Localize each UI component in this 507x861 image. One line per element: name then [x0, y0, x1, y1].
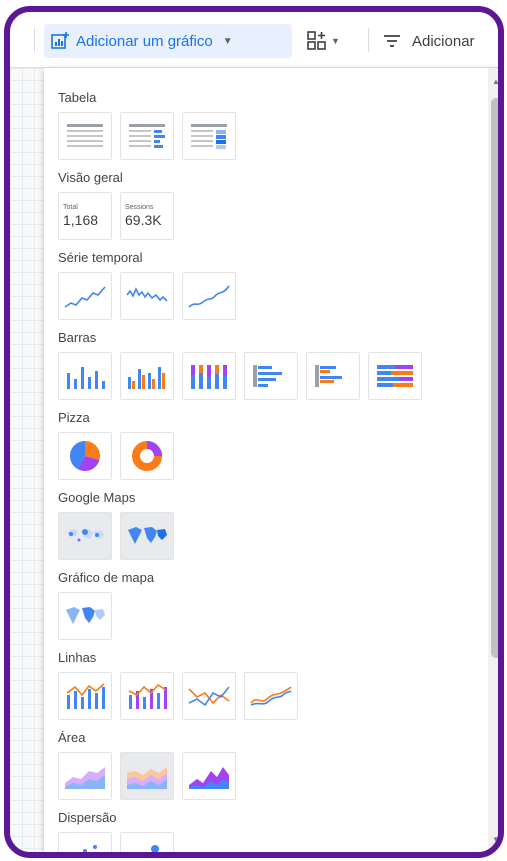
- scorecard-label: Total: [63, 204, 78, 211]
- add-filter-button[interactable]: Adicionar: [382, 24, 498, 58]
- section-dispersao: Dispersão: [58, 806, 482, 852]
- scroll-up-icon[interactable]: ▲: [488, 74, 498, 90]
- section-area: Área: [58, 726, 482, 802]
- smoothed-time-series-option[interactable]: [182, 272, 236, 320]
- stacked-bar-chart-option[interactable]: [368, 352, 422, 400]
- line-chart-icon: [188, 686, 230, 707]
- table-heatmap-chart-option[interactable]: [182, 112, 236, 160]
- scatter-chart-icon: [83, 845, 97, 852]
- section-title: Área: [58, 730, 86, 745]
- chart-type-list: Tabela Visão geral Total 1,168 Sessions …: [58, 86, 482, 852]
- add-chart-button[interactable]: Adicionar um gráfico ▼: [44, 24, 292, 58]
- section-title: Dispersão: [58, 810, 117, 825]
- add-control-button[interactable]: ▼: [302, 24, 354, 58]
- smoothed-line-chart-option[interactable]: [244, 672, 298, 720]
- scorecard-value: 69.3K: [125, 212, 162, 228]
- section-title: Barras: [58, 330, 97, 345]
- line-chart-option[interactable]: [182, 672, 236, 720]
- chevron-down-icon: ▼: [331, 36, 340, 46]
- time-series-icon: [64, 286, 106, 308]
- scroll-down-icon[interactable]: ▼: [488, 832, 498, 848]
- table-icon: [67, 124, 103, 147]
- percent-area-chart-icon: [189, 767, 229, 789]
- scorecard-option[interactable]: Total 1,168: [58, 192, 112, 240]
- bar-chart-icon: [253, 365, 282, 387]
- donut-chart-option[interactable]: [120, 432, 174, 480]
- stacked-area-chart-option[interactable]: [120, 752, 174, 800]
- area-chart-icon: [65, 767, 105, 789]
- add-chart-icon: [51, 32, 69, 49]
- pie-chart-option[interactable]: [58, 432, 112, 480]
- table-chart-option[interactable]: [58, 112, 112, 160]
- smoothed-time-series-icon: [188, 285, 230, 308]
- scatter-chart-option[interactable]: [58, 832, 112, 852]
- combo-chart-icon: [66, 683, 105, 709]
- section-serie-temporal: Série temporal: [58, 246, 482, 322]
- filter-icon: [384, 35, 400, 47]
- section-pizza: Pizza: [58, 406, 482, 482]
- grouped-bar-chart-option[interactable]: [306, 352, 360, 400]
- section-grafico-mapa: Gráfico de mapa: [58, 566, 482, 642]
- donut-chart-icon: [132, 441, 162, 471]
- add-filter-label: Adicionar: [412, 32, 475, 50]
- toolbar-divider: [34, 28, 35, 52]
- grouped-column-chart-icon: [128, 367, 165, 389]
- section-title: Tabela: [58, 90, 97, 105]
- bubble-chart-icon: [151, 845, 159, 852]
- grouped-column-chart-option[interactable]: [120, 352, 174, 400]
- stacked-column-chart-icon: [191, 365, 227, 389]
- pie-chart-icon: [69, 440, 101, 472]
- window-frame: Adicionar um gráfico ▼ ▼ Adicionar Tabel…: [4, 6, 504, 858]
- section-google-maps: Google Maps: [58, 486, 482, 562]
- section-title: Pizza: [58, 410, 90, 425]
- column-chart-option[interactable]: [58, 352, 112, 400]
- filled-map-icon: [128, 527, 167, 544]
- geo-chart-icon: [66, 607, 105, 624]
- stacked-combo-chart-option[interactable]: [120, 672, 174, 720]
- percent-area-chart-option[interactable]: [182, 752, 236, 800]
- bubble-map-option[interactable]: [58, 512, 112, 560]
- sparkline-icon: [126, 287, 168, 302]
- section-title: Gráfico de mapa: [58, 570, 155, 585]
- section-title: Google Maps: [58, 490, 136, 505]
- bubble-chart-option[interactable]: [120, 832, 174, 852]
- toolbar: Adicionar um gráfico ▼ ▼ Adicionar: [10, 12, 498, 68]
- combo-chart-option[interactable]: [58, 672, 112, 720]
- table-bars-icon: [129, 124, 165, 148]
- stacked-area-chart-icon: [127, 767, 167, 789]
- table-bars-chart-option[interactable]: [120, 112, 174, 160]
- menu-scrollbar[interactable]: ▲ ▼: [488, 68, 498, 852]
- section-barras: Barras: [58, 326, 482, 402]
- smoothed-line-chart-icon: [250, 686, 292, 706]
- column-chart-icon: [67, 367, 105, 389]
- stacked-combo-chart-icon: [128, 683, 167, 709]
- grouped-bar-chart-icon: [315, 365, 342, 387]
- stacked-bar-chart-icon: [377, 365, 413, 387]
- section-visao-geral: Visão geral Total 1,168 Sessions 69.3K: [58, 166, 482, 242]
- add-control-icon: [307, 31, 326, 50]
- scorecard-label: Sessions: [125, 204, 154, 211]
- section-linhas: Linhas: [58, 646, 482, 722]
- section-title: Série temporal: [58, 250, 143, 265]
- bubble-map-icon: [67, 529, 104, 542]
- scroll-thumb[interactable]: [491, 98, 498, 658]
- add-chart-menu: Tabela Visão geral Total 1,168 Sessions …: [44, 68, 498, 852]
- bar-chart-option[interactable]: [244, 352, 298, 400]
- area-chart-option[interactable]: [58, 752, 112, 800]
- sparkline-option[interactable]: [120, 272, 174, 320]
- toolbar-divider: [368, 28, 369, 52]
- section-title: Visão geral: [58, 170, 123, 185]
- table-heatmap-icon: [191, 124, 227, 149]
- geo-chart-option[interactable]: [58, 592, 112, 640]
- section-tabela: Tabela: [58, 86, 482, 162]
- time-series-option[interactable]: [58, 272, 112, 320]
- filled-map-option[interactable]: [120, 512, 174, 560]
- add-chart-label: Adicionar um gráfico: [76, 32, 213, 50]
- scorecard-value: 1,168: [63, 212, 99, 228]
- stacked-column-chart-option[interactable]: [182, 352, 236, 400]
- section-title: Linhas: [58, 650, 97, 665]
- compact-scorecard-option[interactable]: Sessions 69.3K: [120, 192, 174, 240]
- chevron-down-icon: ▼: [222, 35, 233, 47]
